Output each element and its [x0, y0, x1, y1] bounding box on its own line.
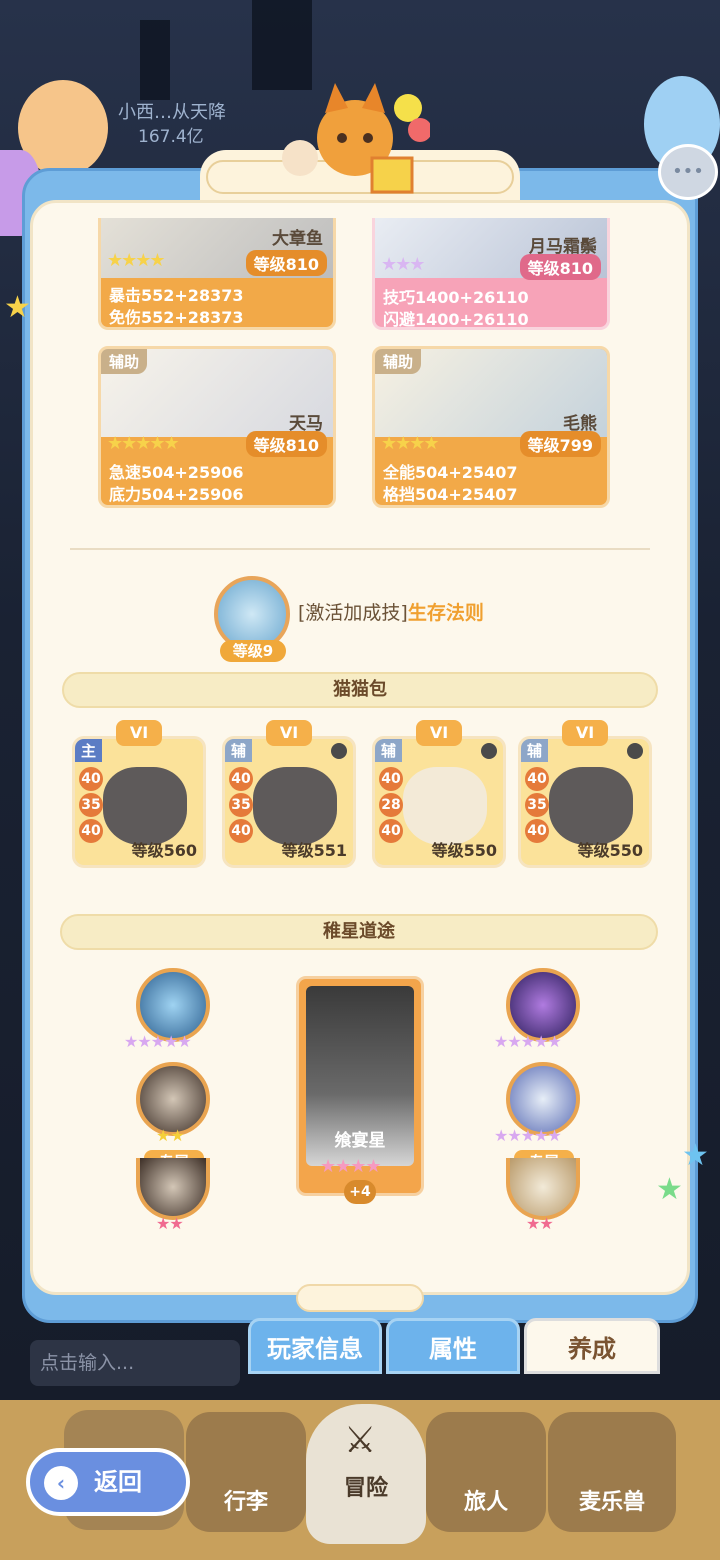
skill-name: 生存法则 [407, 602, 484, 624]
cat-card[interactable]: 辅 40 35 40 等级550 [518, 736, 652, 868]
companion-stat: 全能504+25407 [383, 463, 518, 482]
cat-role: 辅 [521, 739, 549, 762]
cat-rank: VI [266, 720, 312, 746]
cat-stat: 35 [229, 793, 253, 817]
orb-stars: ★★★★★ [124, 1032, 192, 1051]
companion-stat: 暴击552+28373 [109, 286, 244, 305]
orb-stars: ★★ [156, 1214, 184, 1233]
player-name-top: 小西…从天降 [118, 102, 226, 123]
skill-prefix: [激活加成技] [298, 602, 408, 624]
panel-bottom-ornament [296, 1284, 424, 1312]
companion-stat: 技巧1400+26110 [383, 288, 529, 307]
companion-stars: ★★★★★ [107, 433, 180, 454]
star-card-stars: ★★★★ [320, 1156, 382, 1177]
cat-stat: 40 [229, 819, 253, 843]
nav-traveler[interactable]: 旅人 [426, 1412, 546, 1532]
cat-stat: 40 [525, 767, 549, 791]
lock-icon [331, 743, 347, 759]
section-title-star-path: 稚星道途 [60, 914, 658, 950]
companion-stat: 底力504+25906 [109, 485, 244, 504]
cat-stat: 35 [79, 793, 103, 817]
star-decoration-icon: ★ [4, 290, 31, 325]
star-card-name: 飨宴星 [334, 1131, 386, 1151]
star-decoration-icon: ★ [656, 1172, 683, 1207]
companion-stars: ★★★★ [381, 433, 440, 454]
nav-luggage[interactable]: 行李 [186, 1412, 306, 1532]
tab-player-info[interactable]: 玩家信息 [248, 1318, 382, 1374]
cat-stat: 40 [525, 819, 549, 843]
cat-level: 等级560 [131, 841, 197, 860]
star-orb[interactable] [136, 1062, 210, 1136]
chat-input[interactable]: 点击输入... [30, 1340, 240, 1386]
orb-stars: ★★★★★ [494, 1126, 562, 1145]
cat-rank: VI [116, 720, 162, 746]
star-card-plus: +4 [344, 1180, 376, 1204]
section-title-cat-pack: 猫猫包 [62, 672, 658, 708]
companion-stat: 急速504+25906 [109, 463, 244, 482]
companion-card[interactable]: 大章鱼 ★★★★ 等级810 暴击552+28373 免伤552+28373 [98, 218, 336, 330]
cat-rank: VI [416, 720, 462, 746]
cat-portrait [549, 767, 633, 845]
star-decoration-icon: ★ [682, 1138, 709, 1173]
cat-stat: 40 [79, 767, 103, 791]
skill-label: [激活加成技]生存法则 [298, 598, 484, 625]
cat-level: 等级551 [281, 841, 347, 860]
orb-stars: ★★ [526, 1214, 554, 1233]
player-power-top: 167.4亿 [138, 127, 204, 147]
orb-stars: ★★★★★ [494, 1032, 562, 1051]
orb-stars: ★★ [156, 1126, 185, 1145]
companion-name: 大章鱼 [272, 229, 323, 249]
mascot-fox-icon [282, 83, 430, 194]
chat-bubble-icon[interactable]: ••• [658, 144, 718, 200]
companion-stat: 免伤552+28373 [109, 308, 244, 327]
companion-tag: 辅助 [375, 349, 422, 374]
companion-stars: ★★★★ [107, 250, 166, 271]
lock-icon [627, 743, 643, 759]
companion-tag: 辅助 [101, 349, 148, 374]
cat-card[interactable]: 主 40 35 40 等级560 [72, 736, 206, 868]
nav-pet[interactable]: 麦乐兽 [548, 1412, 676, 1532]
cat-role: 主 [75, 739, 103, 762]
star-orb[interactable] [506, 968, 580, 1042]
lock-icon [481, 743, 497, 759]
back-arrow-icon: ‹ [44, 1466, 78, 1500]
cat-stat: 40 [79, 819, 103, 843]
crossed-swords-icon: ⚔ [344, 1420, 377, 1461]
cat-level: 等级550 [577, 841, 643, 860]
background-tower [252, 0, 312, 90]
companion-card[interactable]: 月马霜鬃 ★★★ 等级810 技巧1400+26110 闪避1400+26110 [372, 218, 610, 330]
cat-role: 辅 [225, 739, 253, 762]
companion-level: 等级810 [245, 250, 327, 276]
cat-stat: 40 [379, 819, 403, 843]
companion-stat: 格挡504+25407 [383, 485, 518, 504]
cat-portrait [403, 767, 487, 845]
companion-level: 等级810 [245, 431, 327, 457]
companion-level: 等级810 [519, 254, 601, 280]
cat-portrait [253, 767, 337, 845]
skill-level: 等级9 [220, 640, 286, 662]
cat-stat: 40 [229, 767, 253, 791]
companion-stat: 闪避1400+26110 [383, 310, 529, 329]
cat-level: 等级550 [431, 841, 497, 860]
tab-development[interactable]: 养成 [524, 1318, 660, 1374]
cat-card[interactable]: 辅 40 35 40 等级551 [222, 736, 356, 868]
companion-stars: ★★★ [381, 254, 425, 275]
cat-stat: 28 [379, 793, 403, 817]
cat-card[interactable]: 辅 40 28 40 等级550 [372, 736, 506, 868]
cat-role: 辅 [375, 739, 403, 762]
background-tower [140, 20, 170, 100]
cat-stat: 40 [379, 767, 403, 791]
divider [70, 548, 650, 550]
star-orb[interactable] [506, 1062, 580, 1136]
cat-portrait [103, 767, 187, 845]
companion-card[interactable]: 辅助 毛熊 ★★★★ 等级799 全能504+25407 格挡504+25407 [372, 346, 610, 508]
companion-card[interactable]: 辅助 天马 ★★★★★ 等级810 急速504+25906 底力504+2590… [98, 346, 336, 508]
tab-attributes[interactable]: 属性 [386, 1318, 520, 1374]
cat-stat: 35 [525, 793, 549, 817]
star-orb[interactable] [136, 968, 210, 1042]
companion-level: 等级799 [519, 431, 601, 457]
cat-rank: VI [562, 720, 608, 746]
